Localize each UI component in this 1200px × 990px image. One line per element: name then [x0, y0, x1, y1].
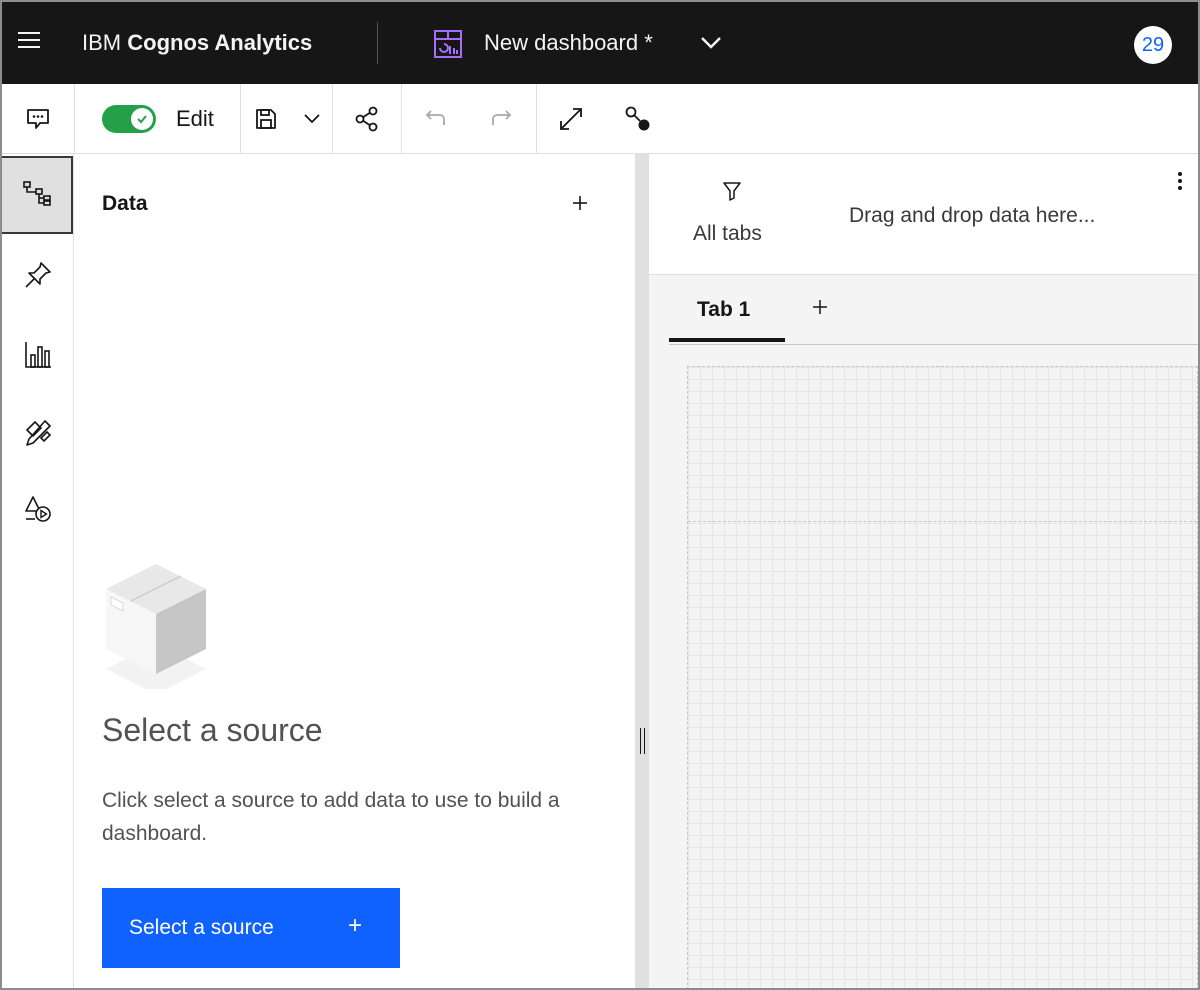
- add-data-icon[interactable]: [567, 190, 593, 216]
- masthead: IBM Cognos Analytics New dashboard * 29: [2, 2, 1198, 84]
- connect-button[interactable]: [605, 84, 671, 153]
- tab-selected-indicator: [669, 338, 785, 342]
- resize-grip-icon: [640, 728, 645, 754]
- grid-section-divider: [688, 521, 1197, 522]
- plus-icon[interactable]: [809, 296, 831, 318]
- select-source-label: Select a source: [129, 916, 274, 939]
- redo-icon: [492, 109, 512, 125]
- tab-label: Tab 1: [697, 298, 751, 321]
- fullscreen-button[interactable]: [537, 84, 605, 153]
- product-brand: IBM Cognos Analytics: [82, 30, 312, 56]
- rail-item-visualizations[interactable]: [2, 316, 73, 394]
- fullscreen-icon: [560, 107, 582, 130]
- all-tabs-filter[interactable]: All tabs: [693, 222, 762, 246]
- chat-icon: [27, 108, 49, 129]
- brand-name: Cognos Analytics: [127, 30, 313, 55]
- save-menu-button[interactable]: [292, 84, 332, 153]
- select-source-button[interactable]: Select a source +: [102, 888, 400, 968]
- app-window: IBM Cognos Analytics New dashboard * 29: [0, 0, 1200, 990]
- empty-state-description: Click select a source to add data to use…: [102, 789, 560, 845]
- rail-item-pins[interactable]: [2, 236, 73, 314]
- chevron-down-icon: [304, 113, 320, 123]
- check-icon: [137, 115, 147, 124]
- share-icon: [355, 106, 378, 131]
- edit-toggle[interactable]: [102, 105, 156, 133]
- dashboard-canvas-area: All tabs Drag and drop data here... Tab …: [649, 154, 1198, 988]
- shapes-media-icon: [24, 496, 51, 522]
- filter-drop-zone[interactable]: Drag and drop data here...: [849, 204, 1095, 228]
- rail-item-data[interactable]: [2, 156, 73, 234]
- undo-button[interactable]: [402, 84, 468, 153]
- panel-title: Data: [102, 192, 148, 215]
- toolbar-divider: [74, 84, 75, 153]
- toolbar-divider: [240, 84, 241, 153]
- dashboard-grid[interactable]: [687, 366, 1198, 988]
- save-button[interactable]: [242, 84, 290, 153]
- hamburger-icon[interactable]: [18, 32, 40, 52]
- toggle-knob: [131, 108, 153, 130]
- data-panel: Data Select a source Click select a sour…: [75, 154, 635, 988]
- toolbar: Edit: [2, 84, 1198, 154]
- share-button[interactable]: [333, 84, 401, 153]
- empty-state-title: Select a source: [102, 712, 323, 748]
- plus-icon: +: [348, 912, 363, 939]
- dashboard-title[interactable]: New dashboard *: [484, 30, 653, 56]
- brand-prefix: IBM: [82, 30, 122, 55]
- empty-box-illustration: [106, 564, 206, 689]
- chat-button[interactable]: [2, 84, 74, 153]
- tab-1[interactable]: Tab 1: [669, 284, 785, 342]
- chevron-down-icon[interactable]: [698, 32, 724, 54]
- tools-icon: [25, 420, 51, 446]
- connect-icon: [625, 106, 650, 130]
- overflow-menu-icon[interactable]: [1175, 172, 1185, 196]
- chart-icon: [24, 342, 51, 368]
- data-tree-icon: [22, 181, 51, 206]
- notification-badge[interactable]: 29: [1134, 26, 1172, 64]
- tabs-divider: [669, 344, 1198, 345]
- dashboard-icon: [434, 30, 462, 58]
- rail-item-widgets[interactable]: [2, 470, 73, 548]
- edit-label: Edit: [176, 106, 214, 131]
- panel-resize-handle[interactable]: [635, 154, 649, 988]
- side-rail: [2, 154, 74, 988]
- masthead-divider: [377, 22, 378, 64]
- pin-icon: [24, 262, 51, 288]
- redo-button[interactable]: [468, 84, 536, 153]
- save-icon: [256, 108, 276, 129]
- filter-bar: All tabs Drag and drop data here...: [649, 154, 1198, 275]
- filter-icon[interactable]: [721, 180, 743, 202]
- rail-item-assets[interactable]: [2, 394, 73, 472]
- undo-icon: [425, 109, 445, 125]
